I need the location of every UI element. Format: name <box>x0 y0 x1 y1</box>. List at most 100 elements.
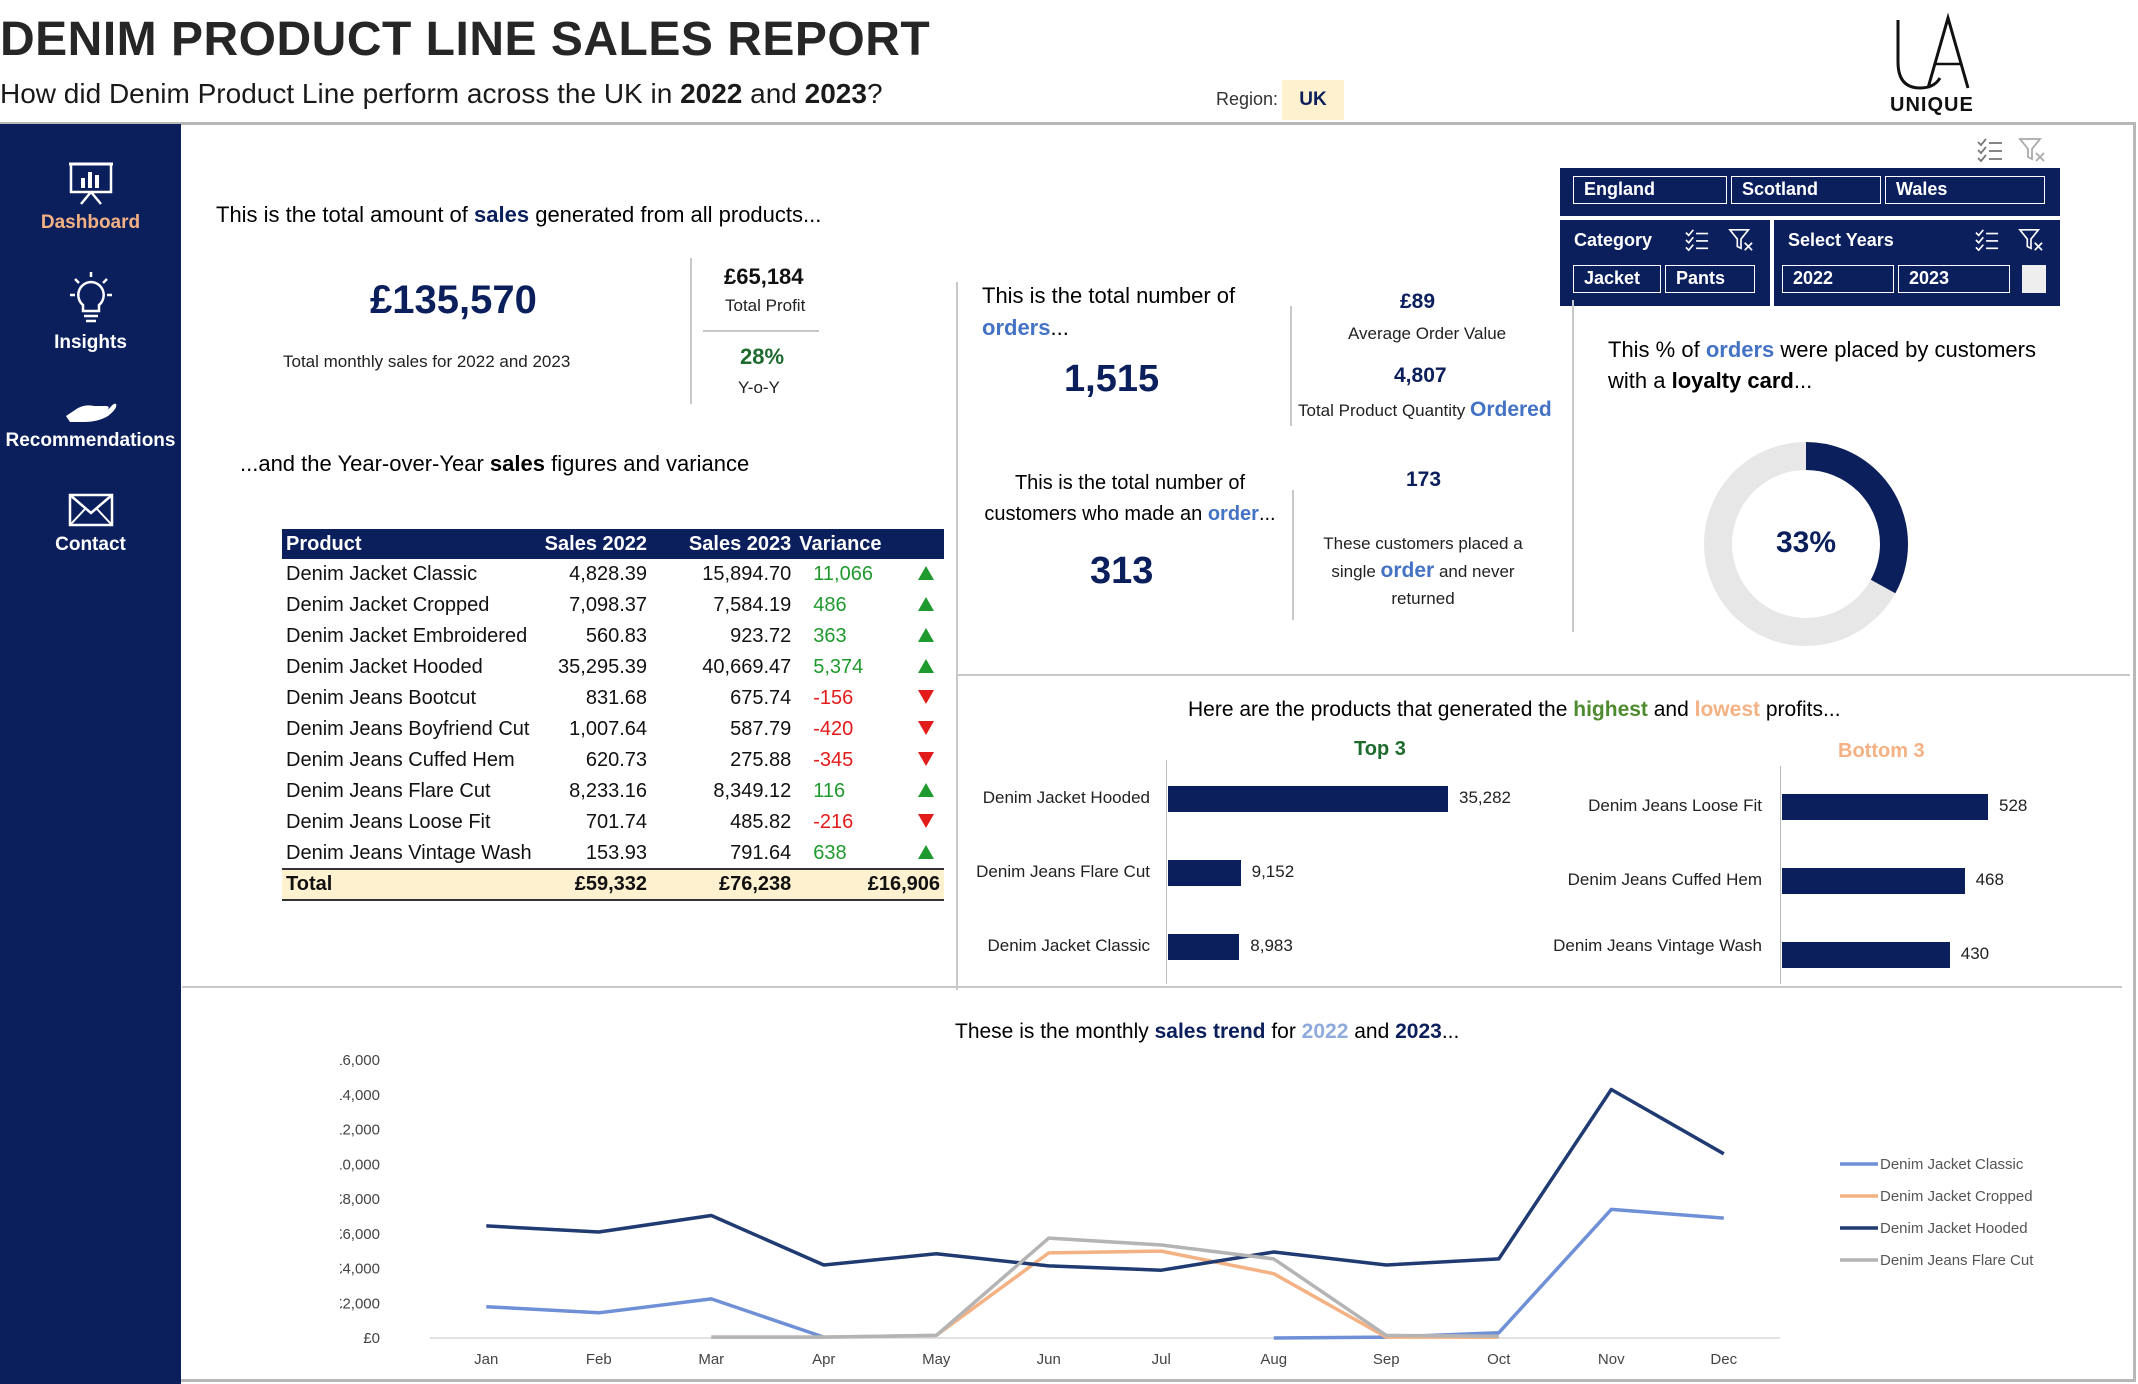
x-tick-label: Sep <box>1373 1351 1400 1368</box>
envelope-icon <box>68 493 113 527</box>
cell-total-label: Total <box>282 868 536 901</box>
yoy-caption: Y-o-Y <box>738 378 780 397</box>
monthly-sales-trend-chart: £0 £2,000 £4,000 £6,000 £8,000 £10,000 £12,000… <box>340 1052 2034 1368</box>
slicer-option-england[interactable]: England <box>1573 176 1727 204</box>
legend-label: Denim Jacket Classic <box>1880 1156 2024 1173</box>
region-value: UK <box>1282 80 1344 120</box>
total-qty-value: 4,807 <box>1394 364 1447 387</box>
page-title: DENIM PRODUCT LINE SALES REPORT <box>0 13 931 66</box>
cell-sales-2023: 485.82 <box>730 811 792 833</box>
orders-intro: This is the total number of orders... <box>982 283 1236 340</box>
clear-filter-icon[interactable] <box>2018 137 2046 163</box>
cell-sales-2022: 701.74 <box>585 811 647 833</box>
profit-bar <box>1782 942 1950 968</box>
slicer-option-jacket[interactable]: Jacket <box>1573 265 1661 293</box>
brand-logo-text: UNIQUE <box>1890 94 1974 116</box>
x-tick-label: Mar <box>698 1351 724 1368</box>
total-orders-value: 1,515 <box>1064 358 1160 400</box>
clear-filter-icon[interactable] <box>2018 228 2044 252</box>
table-row: Denim Jeans Loose Fit 701.74 485.82 -216 <box>282 807 944 838</box>
bar-label: Denim Jeans Cuffed Hem <box>1567 870 1762 889</box>
presentation-chart-icon <box>68 162 113 205</box>
profit-bar <box>1168 860 1241 886</box>
cell-product: Denim Jeans Boyfriend Cut <box>286 718 530 740</box>
cell-product: Denim Jeans Loose Fit <box>286 811 491 833</box>
column-header <box>914 529 944 559</box>
bar-value-label: 468 <box>1975 870 2004 889</box>
multi-select-icon[interactable] <box>1684 228 1710 252</box>
region-slicer: England Scotland Wales <box>1560 168 2060 216</box>
page-subtitle: How did Denim Product Line perform acros… <box>0 78 883 109</box>
bar-value-label: 9,152 <box>1251 862 1295 881</box>
x-tick-label: Jun <box>1037 1351 1061 1368</box>
nav-label: Insights <box>54 332 127 353</box>
x-tick-label: Aug <box>1260 1351 1287 1368</box>
x-tick-label: Feb <box>586 1351 612 1368</box>
bar-label: Denim Jeans Flare Cut <box>976 862 1150 881</box>
table-row: Denim Jeans Vintage Wash 153.93 791.64 638 <box>282 838 944 869</box>
cell-sales-2022: 35,295.39 <box>558 656 647 678</box>
nav-label: Dashboard <box>40 212 141 233</box>
slicer-option-2022[interactable]: 2022 <box>1782 265 1894 293</box>
aov-value: £89 <box>1400 290 1436 313</box>
top3-title: Top 3 <box>1354 738 1406 760</box>
slicer-scrollbar[interactable] <box>2022 265 2046 293</box>
cell-variance: 5,374 <box>813 656 864 678</box>
cell-variance: 638 <box>813 841 847 864</box>
yoy-intro: ...and the Year-over-Year sales figures … <box>240 451 750 476</box>
table-row: Denim Jacket Cropped 7,098.37 7,584.19 486 <box>282 590 944 621</box>
x-tick-label: Jan <box>474 1351 498 1368</box>
bottom3-title: Bottom 3 <box>1838 740 1925 762</box>
single-order-caption: These customers placed a single order an… <box>1323 534 1523 608</box>
bar-label: Denim Jeans Vintage Wash <box>1553 936 1762 955</box>
multi-select-icon[interactable] <box>1974 228 2000 252</box>
clear-filter-icon[interactable] <box>1728 228 1754 252</box>
profit-bar <box>1168 786 1448 812</box>
bar-value-label: 35,282 <box>1459 788 1511 807</box>
cell-sales-2022: 7,098.37 <box>569 594 647 616</box>
y-tick-label: £14,000 <box>340 1087 380 1104</box>
cell-sales-2022: 8,233.16 <box>569 780 647 802</box>
legend-label: Denim Jacket Cropped <box>1880 1188 2033 1205</box>
nav-dashboard[interactable]: Dashboard <box>0 160 181 234</box>
total-sales-value: £135,570 <box>370 278 537 322</box>
x-tick-label: Oct <box>1487 1351 1511 1368</box>
loyalty-percent: 33% <box>1775 526 1837 559</box>
slicer-option-wales[interactable]: Wales <box>1885 176 2045 204</box>
cell-product: Denim Jacket Hooded <box>286 656 483 678</box>
cell-sales-2023: 791.64 <box>730 841 792 864</box>
cell-variance: 486 <box>813 594 847 616</box>
cell-sales-2023: 15,894.70 <box>702 563 792 585</box>
divider <box>956 282 958 990</box>
cell-sales-2023: 8,349.12 <box>713 780 792 802</box>
nav-contact[interactable]: Contact <box>0 492 181 556</box>
multi-select-icon[interactable] <box>1976 137 2004 163</box>
cell-variance: -216 <box>813 811 854 833</box>
divider <box>958 674 2130 676</box>
category-slicer: Category Jacket Pants <box>1560 220 1770 306</box>
axis-line <box>1780 766 1781 984</box>
cell-product: Denim Jacket Embroidered <box>286 625 528 647</box>
arrow-down-icon <box>914 807 944 838</box>
divider <box>1292 490 1294 620</box>
sales-variance-table: Product Sales 2022 Sales 2023 Variance D… <box>282 529 944 901</box>
column-header: Product <box>282 529 536 559</box>
y-tick-label: £4,000 <box>340 1261 380 1278</box>
arrow-up-icon <box>914 590 944 621</box>
axis-line <box>1166 760 1167 984</box>
cell-total-2022: £59,332 <box>535 868 651 901</box>
slicer-option-scotland[interactable]: Scotland <box>1731 176 1881 204</box>
region-label: Region: <box>1216 89 1279 109</box>
nav-recommendations[interactable]: Recommendations <box>0 394 181 452</box>
nav-insights[interactable]: Insights <box>0 270 181 354</box>
trend-intro: These is the monthly sales trend for 202… <box>955 1020 1460 1043</box>
cell-sales-2023: 587.79 <box>730 718 792 740</box>
arrow-up-icon <box>914 652 944 683</box>
slicer-option-pants[interactable]: Pants <box>1665 265 1755 293</box>
profit-bar <box>1168 934 1240 960</box>
cell-sales-2022: 831.68 <box>585 687 647 709</box>
sales-intro: This is the total amount of sales genera… <box>216 202 822 227</box>
slicer-option-2023[interactable]: 2023 <box>1898 265 2010 293</box>
series-line <box>486 1207 1724 1340</box>
cell-product: Denim Jacket Classic <box>286 563 478 585</box>
